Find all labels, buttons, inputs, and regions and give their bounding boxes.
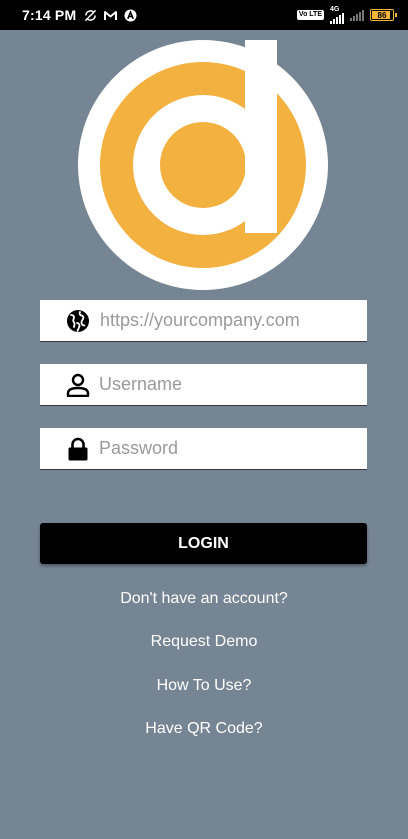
signal-strength-sim2-icon bbox=[350, 9, 364, 21]
system-icons: Vo LTE 4G 86 bbox=[296, 6, 397, 24]
status-time: 7:14 PM bbox=[22, 7, 77, 23]
lock-icon bbox=[66, 437, 90, 461]
sync-off-icon bbox=[85, 9, 97, 21]
company-url-field[interactable] bbox=[40, 300, 367, 342]
app-notification-icon bbox=[124, 9, 137, 21]
signup-link[interactable]: Don't have an account? bbox=[0, 590, 408, 608]
qr-code-link[interactable]: Have QR Code? bbox=[0, 720, 408, 738]
notification-icons bbox=[84, 9, 137, 22]
gmail-icon bbox=[104, 10, 118, 20]
status-bar: 7:14 PM Vo LTE 4G 86 bbox=[0, 0, 408, 30]
username-field[interactable] bbox=[40, 364, 367, 406]
company-url-input[interactable] bbox=[100, 300, 367, 341]
battery-icon: 86 bbox=[370, 9, 397, 21]
password-input[interactable] bbox=[99, 428, 367, 469]
signal-strength-icon: 4G bbox=[330, 6, 344, 24]
user-icon bbox=[66, 373, 90, 397]
globe-icon bbox=[66, 309, 90, 333]
password-field[interactable] bbox=[40, 428, 367, 470]
how-to-use-link[interactable]: How To Use? bbox=[0, 677, 408, 695]
login-button[interactable]: LOGIN bbox=[40, 523, 367, 564]
network-type: 4G bbox=[330, 6, 340, 13]
battery-level: 86 bbox=[377, 10, 387, 20]
volte-icon: Vo LTE bbox=[296, 10, 324, 20]
username-input[interactable] bbox=[99, 364, 367, 405]
request-demo-link[interactable]: Request Demo bbox=[0, 633, 408, 651]
company-logo bbox=[78, 40, 328, 290]
